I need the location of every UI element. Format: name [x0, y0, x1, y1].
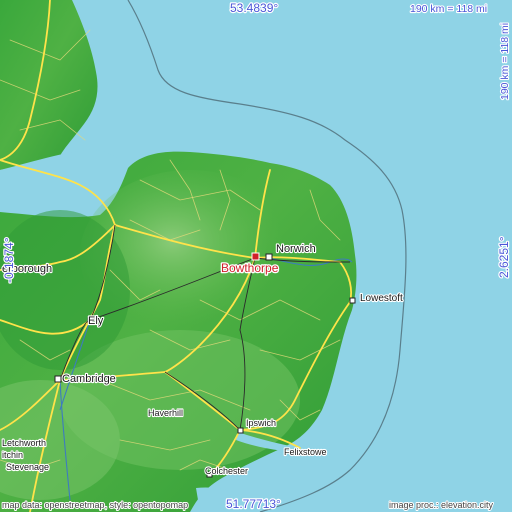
coord-right-longitude: 2.6251°: [497, 236, 511, 278]
label-ipswich: Ipswich: [246, 418, 276, 428]
label-lowestoft: Lowestoft: [360, 293, 403, 304]
label-norwich: Norwich: [276, 243, 316, 255]
label-colchester: Colchester: [205, 466, 248, 476]
highlight-marker[interactable]: [251, 252, 260, 261]
credit-image-proc: image proc.: elevation.city: [389, 500, 494, 510]
credit-map-data: map data: openstreetmap, style: opentopo…: [2, 500, 188, 510]
label-hitchin: itchin: [2, 450, 23, 460]
label-haverhill: Haverhill: [148, 408, 183, 418]
label-letchworth: Letchworth: [2, 438, 46, 448]
coord-top-latitude: 53.4839°: [230, 1, 278, 15]
label-ely: Ely: [88, 315, 104, 327]
label-felixstowe: Felixstowe: [284, 447, 327, 457]
label-highlight-place[interactable]: Bowthorpe: [220, 260, 280, 277]
label-stevenage: Stevenage: [6, 462, 49, 472]
map-view[interactable]: Norwich Bowthorpe Lowestoft Ely Cambridg…: [0, 0, 512, 512]
scale-horizontal: 190 km = 118 mi: [410, 3, 487, 15]
coord-left-longitude: -0.1874°: [2, 237, 16, 283]
label-cambridge: Cambridge: [62, 373, 116, 385]
map-canvas: Norwich Bowthorpe Lowestoft Ely Cambridg…: [0, 0, 512, 512]
scale-vertical: 190 km = 118 mi: [499, 23, 511, 100]
coord-bottom-latitude: 51.77713°: [226, 497, 281, 511]
